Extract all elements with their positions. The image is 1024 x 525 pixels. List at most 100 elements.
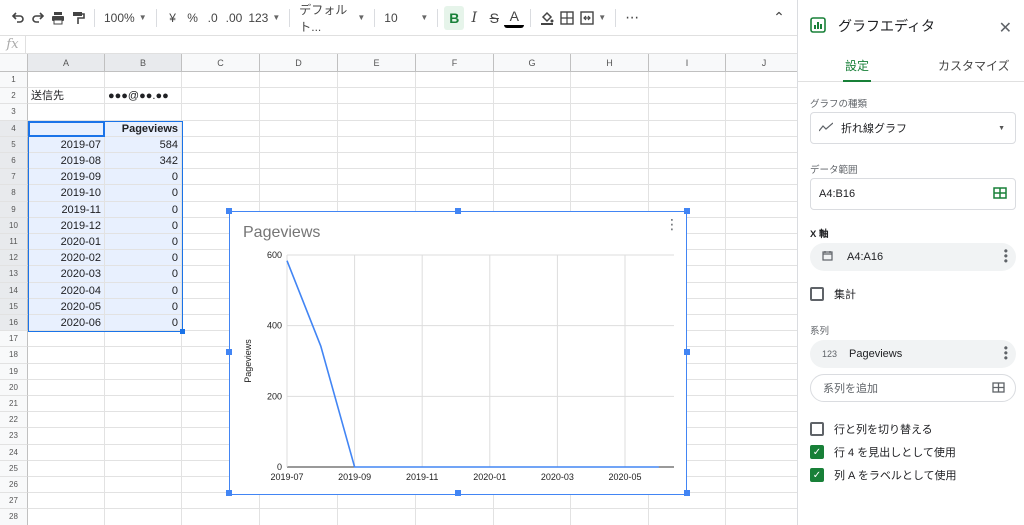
- cell[interactable]: [338, 72, 416, 89]
- cell[interactable]: [105, 331, 182, 348]
- add-series-field[interactable]: 系列を追加: [810, 374, 1016, 402]
- cell[interactable]: [726, 104, 797, 121]
- cell[interactable]: [726, 185, 797, 202]
- cell[interactable]: [726, 509, 797, 525]
- cell[interactable]: [726, 283, 797, 299]
- cell[interactable]: [726, 250, 797, 267]
- row-header-7[interactable]: 7: [0, 169, 28, 186]
- cell[interactable]: [182, 104, 260, 121]
- column-header-b[interactable]: B: [105, 54, 182, 72]
- cell[interactable]: [28, 363, 105, 380]
- date-cell[interactable]: 2020-01: [28, 234, 105, 251]
- cell[interactable]: [494, 169, 571, 186]
- row-header-28[interactable]: 28: [0, 509, 28, 525]
- column-header-a[interactable]: A: [28, 54, 105, 72]
- row-header-9[interactable]: 9: [0, 201, 28, 218]
- pageviews-cell[interactable]: 0: [105, 234, 182, 251]
- date-cell[interactable]: 2019-10: [28, 185, 105, 202]
- row-header-21[interactable]: 21: [0, 396, 28, 413]
- cell[interactable]: [726, 493, 797, 510]
- cell[interactable]: [338, 169, 416, 186]
- italic-button[interactable]: I: [464, 6, 484, 30]
- cell[interactable]: [571, 493, 649, 510]
- font-size-select[interactable]: 10 ▼: [381, 6, 431, 30]
- cell[interactable]: [416, 104, 494, 121]
- grid-select-icon[interactable]: [993, 187, 1007, 202]
- cell[interactable]: [105, 444, 182, 461]
- cell-b2[interactable]: ●●●@●●.●●: [105, 88, 182, 105]
- column-header-e[interactable]: E: [338, 54, 416, 72]
- pageviews-cell[interactable]: 342: [105, 153, 182, 170]
- date-cell[interactable]: 2019-07: [28, 136, 105, 153]
- cell[interactable]: [649, 88, 726, 105]
- cell[interactable]: [105, 493, 182, 510]
- date-cell[interactable]: 2019-12: [28, 217, 105, 234]
- cell[interactable]: [726, 347, 797, 364]
- cell[interactable]: [726, 202, 797, 218]
- pageviews-cell[interactable]: 0: [105, 250, 182, 267]
- cell[interactable]: [182, 153, 260, 170]
- cell-b4[interactable]: Pageviews: [105, 120, 182, 137]
- row-header-5[interactable]: 5: [0, 136, 28, 153]
- cell[interactable]: [182, 120, 260, 137]
- cell[interactable]: [649, 185, 726, 202]
- cell[interactable]: [182, 72, 260, 89]
- print-icon[interactable]: [48, 6, 68, 30]
- cell[interactable]: [416, 169, 494, 186]
- row-header-13[interactable]: 13: [0, 266, 28, 283]
- cell[interactable]: [571, 104, 649, 121]
- resize-handle[interactable]: [226, 208, 232, 214]
- cell[interactable]: [571, 120, 649, 137]
- cell[interactable]: [28, 460, 105, 477]
- data-range-field[interactable]: A4:B16: [810, 178, 1016, 210]
- cell[interactable]: [338, 120, 416, 137]
- cell[interactable]: [571, 88, 649, 105]
- cell[interactable]: [571, 169, 649, 186]
- cell[interactable]: [105, 477, 182, 494]
- cell[interactable]: [494, 509, 571, 525]
- cell[interactable]: [726, 234, 797, 251]
- percent-button[interactable]: %: [183, 6, 203, 30]
- chart-container[interactable]: Pageviews ⋮ 0 200 400 600 2019-07 2019-09 2019…: [226, 208, 690, 496]
- resize-handle[interactable]: [684, 208, 690, 214]
- cell[interactable]: [416, 72, 494, 89]
- date-cell[interactable]: 2020-06: [28, 315, 105, 332]
- column-header-j[interactable]: J: [726, 54, 797, 72]
- strikethrough-button[interactable]: S: [484, 6, 504, 30]
- merge-cells-icon[interactable]: ▼: [577, 6, 609, 30]
- cell[interactable]: [571, 153, 649, 170]
- series-chip[interactable]: 123 Pageviews • • •: [810, 340, 1016, 368]
- cell[interactable]: [28, 428, 105, 445]
- cell[interactable]: [105, 412, 182, 429]
- pageviews-cell[interactable]: 0: [105, 315, 182, 332]
- cell[interactable]: [105, 460, 182, 477]
- row-header-12[interactable]: 12: [0, 250, 28, 267]
- row-header-14[interactable]: 14: [0, 282, 28, 299]
- more-button[interactable]: ⋯: [622, 6, 642, 30]
- cell[interactable]: [726, 461, 797, 477]
- use-row-header-checkbox[interactable]: ✓ 行 4 を見出しとして使用: [810, 444, 956, 460]
- date-cell[interactable]: 2019-09: [28, 169, 105, 186]
- date-cell[interactable]: 2020-02: [28, 250, 105, 267]
- date-cell[interactable]: 2019-08: [28, 153, 105, 170]
- increase-decimal-button[interactable]: .00: [223, 6, 246, 30]
- pageviews-cell[interactable]: 0: [105, 217, 182, 234]
- cell[interactable]: [28, 444, 105, 461]
- cell[interactable]: [182, 185, 260, 202]
- zoom-select[interactable]: 100% ▼: [101, 6, 150, 30]
- cell[interactable]: [105, 428, 182, 445]
- cell[interactable]: [28, 347, 105, 364]
- cell[interactable]: [726, 218, 797, 234]
- cell[interactable]: [726, 153, 797, 170]
- fill-handle[interactable]: [180, 329, 185, 335]
- cell[interactable]: [182, 493, 260, 510]
- cell[interactable]: [726, 396, 797, 413]
- cell[interactable]: [416, 136, 494, 153]
- cell[interactable]: [494, 88, 571, 105]
- row-header-15[interactable]: 15: [0, 298, 28, 315]
- resize-handle[interactable]: [455, 208, 461, 214]
- cell[interactable]: [726, 121, 797, 137]
- cell[interactable]: [28, 493, 105, 510]
- pageviews-cell[interactable]: 0: [105, 298, 182, 315]
- date-cell[interactable]: 2020-05: [28, 298, 105, 315]
